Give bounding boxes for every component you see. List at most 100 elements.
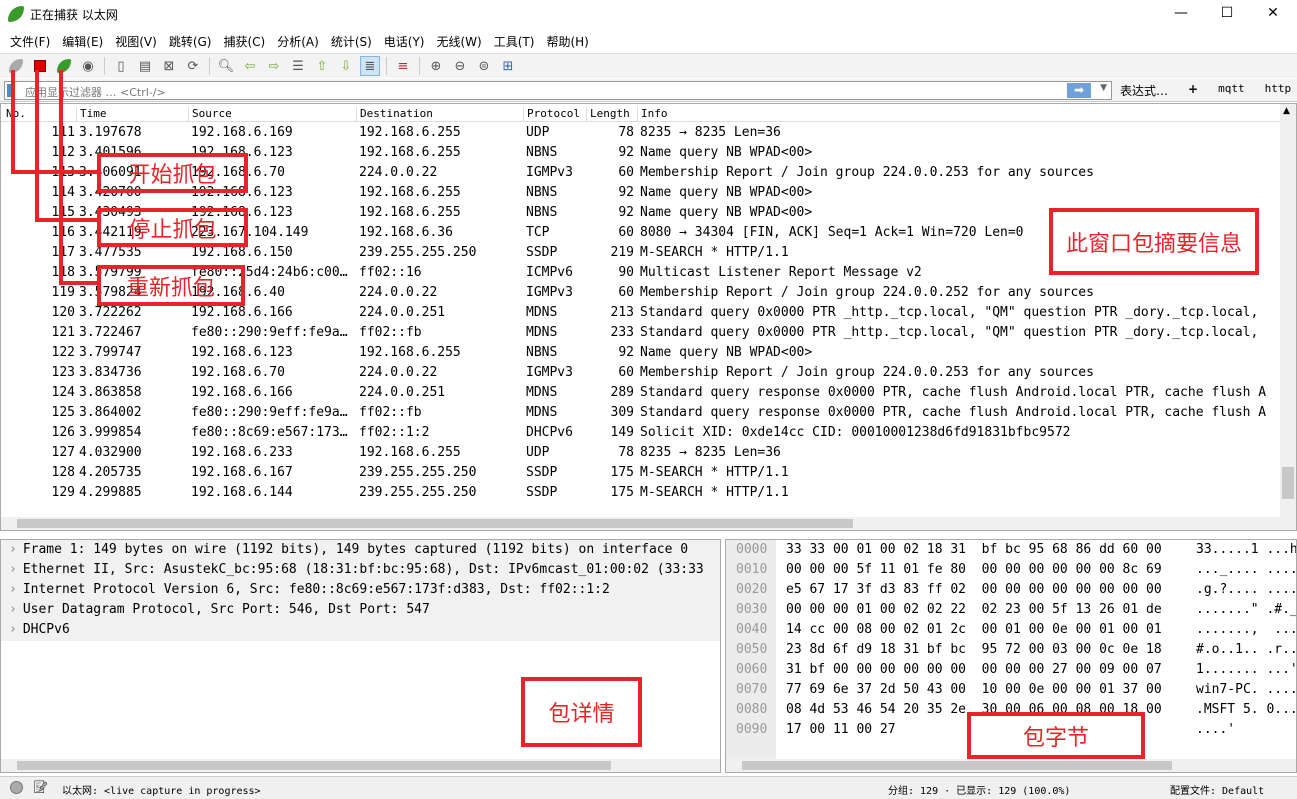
bookmark-icon[interactable] bbox=[7, 84, 15, 97]
go-to-packet-icon[interactable]: ☰ bbox=[288, 56, 308, 76]
menu-item[interactable]: 无线(W) bbox=[431, 28, 488, 52]
horizontal-scrollbar[interactable] bbox=[1, 759, 720, 772]
filter-placeholder: 应用显示过滤器 … <Ctrl-/> bbox=[25, 86, 166, 99]
go-last-icon[interactable]: ⇩ bbox=[336, 56, 356, 76]
vertical-scrollbar[interactable]: ▲ bbox=[1280, 104, 1296, 518]
byte-ascii[interactable]: .MSFT 5. 0... bbox=[1196, 702, 1296, 717]
restart-capture-icon[interactable] bbox=[54, 56, 74, 76]
reload-file-icon[interactable]: ⟳ bbox=[183, 56, 203, 76]
detail-tree-item[interactable]: › DHCPv6 bbox=[9, 622, 70, 642]
byte-hex[interactable]: 00 00 00 5f 11 01 fe 80 00 00 00 00 00 0… bbox=[786, 562, 1162, 577]
table-row[interactable]: 129 4.299885 192.168.6.144 239.255.255.250 S… bbox=[1, 483, 1281, 503]
column-header[interactable]: Length bbox=[586, 107, 630, 122]
column-header[interactable]: No. bbox=[3, 107, 26, 122]
menu-item[interactable]: 统计(S) bbox=[325, 28, 378, 52]
byte-ascii[interactable]: 33.....1 ...h bbox=[1196, 542, 1296, 557]
save-file-icon[interactable]: ▤ bbox=[135, 56, 155, 76]
byte-ascii[interactable]: 1....... ...' bbox=[1196, 662, 1296, 677]
capture-options-icon[interactable]: ◉ bbox=[78, 56, 98, 76]
table-row[interactable]: 121 3.722467 fe80::290:9eff:fe9a… ff02::fb M… bbox=[1, 323, 1281, 343]
byte-ascii[interactable]: ..._.... .... bbox=[1196, 562, 1296, 577]
stop-capture-icon[interactable] bbox=[30, 56, 50, 76]
table-row[interactable]: 127 4.032900 192.168.6.233 192.168.6.255 UDP… bbox=[1, 443, 1281, 463]
byte-ascii[interactable]: .g.?.... .... bbox=[1196, 582, 1296, 597]
menu-item[interactable]: 捕获(C) bbox=[217, 28, 271, 52]
expand-chevron-icon[interactable]: › bbox=[9, 582, 17, 597]
byte-hex[interactable]: e5 67 17 3f d3 83 ff 02 00 00 00 00 00 0… bbox=[786, 582, 1162, 597]
byte-ascii[interactable]: ......., .... bbox=[1196, 622, 1296, 637]
minimize-button[interactable]: — bbox=[1158, 0, 1204, 27]
table-row[interactable]: 123 3.834736 192.168.6.70 224.0.0.22 IGMPv3 6… bbox=[1, 363, 1281, 383]
zoom-normal-icon[interactable]: ⊜ bbox=[474, 56, 494, 76]
go-back-icon[interactable]: ⇦ bbox=[240, 56, 260, 76]
add-filter-button[interactable]: + bbox=[1188, 82, 1198, 99]
detail-text: DHCPv6 bbox=[22, 622, 70, 637]
menu-item[interactable]: 帮助(H) bbox=[540, 28, 594, 52]
go-forward-icon[interactable]: ⇨ bbox=[264, 56, 284, 76]
byte-ascii[interactable]: ....' bbox=[1196, 722, 1235, 737]
colorize-icon[interactable]: ≡ bbox=[393, 56, 413, 76]
go-first-icon[interactable]: ⇧ bbox=[312, 56, 332, 76]
expand-chevron-icon[interactable]: › bbox=[9, 542, 17, 557]
menu-item[interactable]: 工具(T) bbox=[488, 28, 541, 52]
byte-ascii[interactable]: win7-PC. .... bbox=[1196, 682, 1296, 697]
menu-item[interactable]: 跳转(G) bbox=[163, 28, 218, 52]
byte-ascii[interactable]: ......." .#._ bbox=[1196, 602, 1296, 617]
display-filter-input[interactable]: 应用显示过滤器 … <Ctrl-/> ➡ ▼ bbox=[4, 81, 1112, 100]
cell-no: 118 bbox=[51, 265, 75, 280]
open-file-icon[interactable]: ▯ bbox=[111, 56, 131, 76]
menu-item[interactable]: 视图(V) bbox=[109, 28, 163, 52]
auto-scroll-icon[interactable]: ≣ bbox=[360, 56, 380, 76]
byte-hex[interactable]: 00 00 00 01 00 02 02 22 02 23 00 5f 13 2… bbox=[786, 602, 1162, 617]
column-header[interactable]: Protocol bbox=[523, 107, 580, 122]
menu-item[interactable]: 文件(F) bbox=[4, 28, 56, 52]
filter-button-http[interactable]: http bbox=[1265, 82, 1292, 99]
zoom-in-icon[interactable]: ⊕ bbox=[426, 56, 446, 76]
menu-item[interactable]: 编辑(E) bbox=[56, 28, 109, 52]
table-row[interactable]: 125 3.864002 fe80::290:9eff:fe9a… ff02::fb M… bbox=[1, 403, 1281, 423]
column-header[interactable]: Time bbox=[76, 107, 107, 122]
apply-filter-arrow-icon[interactable]: ➡ bbox=[1067, 83, 1091, 98]
detail-tree-item[interactable]: › Internet Protocol Version 6, Src: fe80:… bbox=[9, 582, 610, 602]
close-button[interactable]: ✕ bbox=[1250, 0, 1296, 27]
expand-chevron-icon[interactable]: › bbox=[9, 602, 17, 617]
resize-columns-icon[interactable]: ⊞ bbox=[498, 56, 518, 76]
expression-button[interactable]: 表达式… bbox=[1120, 82, 1168, 99]
table-row[interactable]: 120 3.722262 192.168.6.166 224.0.0.251 MDNS 2… bbox=[1, 303, 1281, 323]
status-profile[interactable]: 配置文件: Default bbox=[1170, 782, 1264, 797]
expand-chevron-icon[interactable]: › bbox=[9, 562, 17, 577]
byte-hex[interactable]: 77 69 6e 37 2d 50 43 00 10 00 0e 00 00 0… bbox=[786, 682, 1162, 697]
table-row[interactable]: 128 4.205735 192.168.6.167 239.255.255.250 S… bbox=[1, 463, 1281, 483]
column-header[interactable]: Destination bbox=[356, 107, 433, 122]
capture-comment-icon[interactable]: 📝︎ bbox=[33, 780, 48, 794]
detail-tree-item[interactable]: › Ethernet II, Src: AsustekC_bc:95:68 (18… bbox=[9, 562, 704, 582]
table-row[interactable]: 122 3.799747 192.168.6.123 192.168.6.255 NBN… bbox=[1, 343, 1281, 363]
find-packet-icon[interactable]: 🔍︎ bbox=[216, 56, 236, 76]
close-file-icon[interactable]: ⊠ bbox=[159, 56, 179, 76]
column-header[interactable]: Info bbox=[637, 107, 668, 122]
byte-hex[interactable]: 31 bf 00 00 00 00 00 00 00 00 00 27 00 0… bbox=[786, 662, 1162, 677]
zoom-out-icon[interactable]: ⊖ bbox=[450, 56, 470, 76]
maximize-button[interactable]: ☐ bbox=[1204, 0, 1250, 27]
start-capture-icon[interactable] bbox=[6, 56, 26, 76]
byte-ascii[interactable]: #.o..1.. .r.. bbox=[1196, 642, 1296, 657]
byte-hex[interactable]: 23 8d 6f d9 18 31 bf bc 95 72 00 03 00 0… bbox=[786, 642, 1162, 657]
column-header[interactable]: Source bbox=[188, 107, 232, 122]
byte-hex[interactable]: 17 00 11 00 27 bbox=[786, 722, 896, 737]
menu-item[interactable]: 分析(A) bbox=[271, 28, 325, 52]
filter-button-mqtt[interactable]: mqtt bbox=[1218, 82, 1245, 99]
table-row[interactable]: 111 3.197678 192.168.6.169 192.168.6.255 UDP… bbox=[1, 123, 1281, 143]
horizontal-scrollbar[interactable] bbox=[726, 759, 1296, 772]
table-row[interactable]: 124 3.863858 192.168.6.166 224.0.0.251 MDNS 2… bbox=[1, 383, 1281, 403]
byte-hex[interactable]: 14 cc 00 08 00 02 01 2c 00 01 00 0e 00 0… bbox=[786, 622, 1162, 637]
horizontal-scrollbar[interactable] bbox=[1, 517, 1296, 530]
chevron-down-icon[interactable]: ▼ bbox=[1100, 83, 1107, 93]
byte-hex[interactable]: 33 33 00 01 00 02 18 31 bf bc 95 68 86 d… bbox=[786, 542, 1162, 557]
detail-tree-item[interactable]: › Frame 1: 149 bytes on wire (1192 bits),… bbox=[9, 542, 688, 562]
menu-item[interactable]: 电话(Y) bbox=[378, 28, 431, 52]
table-row[interactable]: 126 3.999854 fe80::8c69:e567:173… ff02::1:2… bbox=[1, 423, 1281, 443]
cell-length: 92 bbox=[618, 345, 634, 360]
detail-tree-item[interactable]: › User Datagram Protocol, Src Port: 546, … bbox=[9, 602, 430, 622]
expand-chevron-icon[interactable]: › bbox=[9, 622, 17, 637]
expert-info-icon[interactable] bbox=[10, 781, 23, 794]
